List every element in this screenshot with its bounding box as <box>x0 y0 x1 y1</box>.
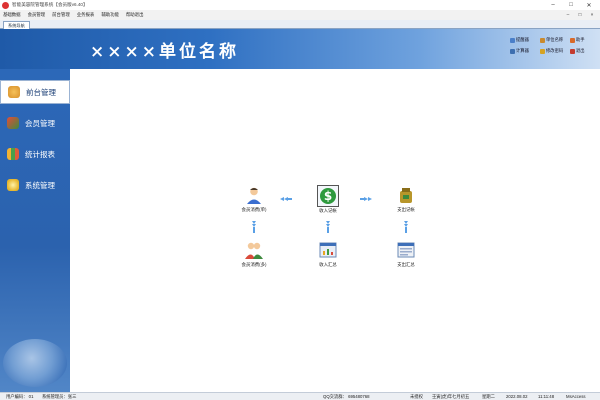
mdi-controls: – □ × <box>562 10 598 20</box>
sidebar-item-label: 前台管理 <box>26 87 56 97</box>
flow-expense-summary[interactable]: 支出汇总 <box>386 241 426 268</box>
tool-change-password[interactable]: 修改密码 <box>540 48 570 54</box>
status-system-admin: 系统管理员：张三 <box>42 394 77 399</box>
gear-icon <box>7 179 19 191</box>
mdi-restore-button[interactable]: □ <box>574 13 586 18</box>
menu-reports[interactable]: 业务报表 <box>77 12 95 18</box>
navigation-panel: 会员消费(单) $ 收入记帐 支出记帐 会员消费(多) 收入汇总 支出汇总 <box>70 69 600 392</box>
status-weekday: 星期二 <box>482 394 495 399</box>
mdi-close-button[interactable]: × <box>586 13 598 18</box>
header-banner: ××××单位名称 提醒器 单位名称 助手 计算器 修改密码 退出 <box>0 29 600 69</box>
menu-help-exit[interactable]: 帮助退出 <box>126 12 144 18</box>
app-logo-icon <box>2 1 9 9</box>
mdi-minimize-button[interactable]: – <box>562 13 574 18</box>
exit-icon <box>570 48 575 54</box>
tool-unit-name-label: 单位名称 <box>546 37 564 42</box>
down-arrow-icon <box>404 221 408 233</box>
reminder-icon <box>510 37 515 43</box>
front-desk-icon <box>8 86 20 98</box>
header-toolbar: 提醒器 单位名称 助手 计算器 修改密码 退出 <box>510 37 600 54</box>
flow-expense-register-label: 支出记帐 <box>397 207 415 212</box>
tool-change-password-label: 修改密码 <box>546 48 564 53</box>
tool-assistant[interactable]: 助手 <box>570 37 600 43</box>
menu-front-desk[interactable]: 前台管理 <box>52 12 70 18</box>
unit-name-title: ××××单位名称 <box>90 42 239 62</box>
close-button[interactable]: ✕ <box>580 2 598 9</box>
menu-bar: 基础数据 会员管理 前台管理 业务报表 辅助功能 帮助退出 <box>0 10 600 20</box>
sidebar-item-label: 会员管理 <box>25 118 55 128</box>
flow-income-register[interactable]: $ 收入记帐 <box>308 185 348 214</box>
report-window-icon <box>319 242 337 258</box>
dollar-icon: $ <box>320 188 336 204</box>
flow-member-expense-multi-label: 会员消费(多) <box>241 262 267 267</box>
menu-member-mgmt[interactable]: 会员管理 <box>28 12 46 18</box>
status-date: 2022.08.02 <box>506 394 528 399</box>
tool-calculator-label: 计算器 <box>516 48 529 53</box>
assistant-icon <box>570 37 575 43</box>
flow-income-summary[interactable]: 收入汇总 <box>308 241 348 268</box>
tool-exit-label: 退出 <box>576 48 585 53</box>
status-database: MsAccess <box>566 394 586 399</box>
svg-text:$: $ <box>324 189 332 203</box>
flow-income-register-label: 收入记帐 <box>319 208 337 213</box>
tool-reminder-label: 提醒器 <box>516 37 529 42</box>
sidebar-item-members[interactable]: 会员管理 <box>0 111 70 135</box>
flow-expense-register[interactable]: 支出记帐 <box>386 186 426 213</box>
flow-income-summary-label: 收入汇总 <box>319 262 337 267</box>
window-title: 智能美容院管理系统【会员版v6.40】 <box>12 2 88 7</box>
status-bar: 用户编码： 01 系统管理员：张三 QQ交流群： 695480768 未授权 壬… <box>0 392 600 400</box>
double-arrow-icon <box>360 197 372 201</box>
members-group-icon <box>245 242 263 259</box>
status-lunar-date: 壬寅(虎)年七月初五 <box>432 394 470 399</box>
status-license: 未授权 <box>410 394 423 399</box>
tab-system-navigation[interactable]: 系统导航 <box>3 21 30 29</box>
members-icon <box>7 117 19 129</box>
status-time: 11:11:48 <box>538 394 555 399</box>
sidebar-item-label: 统计报表 <box>25 149 55 159</box>
flow-member-expense-single-label: 会员消费(单) <box>241 207 267 212</box>
sidebar-item-system[interactable]: 系统管理 <box>0 173 70 197</box>
sidebar-item-label: 系统管理 <box>25 180 55 190</box>
tool-unit-name[interactable]: 单位名称 <box>540 37 570 43</box>
tab-strip: 系统导航 <box>0 20 600 29</box>
flow-member-expense-single[interactable]: 会员消费(单) <box>234 186 274 213</box>
unit-name-icon <box>540 37 545 43</box>
globe-decoration-icon <box>3 339 67 387</box>
sidebar: 前台管理 会员管理 统计报表 系统管理 <box>0 69 70 392</box>
member-person-icon <box>247 187 261 204</box>
window-controls: – □ ✕ <box>544 0 598 10</box>
tool-assistant-label: 助手 <box>576 37 585 42</box>
down-arrow-icon <box>326 221 330 233</box>
calculator-icon <box>510 48 515 54</box>
tool-calculator[interactable]: 计算器 <box>510 48 540 54</box>
stats-icon <box>7 148 19 160</box>
status-qq-group: QQ交流群： 695480768 <box>323 394 370 399</box>
flow-member-expense-multi[interactable]: 会员消费(多) <box>234 241 274 268</box>
flow-expense-summary-label: 支出汇总 <box>397 262 415 267</box>
status-user-code: 用户编码： 01 <box>6 394 34 399</box>
tool-exit[interactable]: 退出 <box>570 48 600 54</box>
double-arrow-icon <box>280 197 292 201</box>
money-bag-icon <box>400 188 412 203</box>
maximize-button[interactable]: □ <box>562 2 580 8</box>
tool-reminder[interactable]: 提醒器 <box>510 37 540 43</box>
down-arrow-icon <box>252 221 256 233</box>
minimize-button[interactable]: – <box>544 2 562 8</box>
title-bar: 智能美容院管理系统【会员版v6.40】 – □ ✕ <box>0 0 600 10</box>
key-icon <box>540 48 545 54</box>
menu-aux[interactable]: 辅助功能 <box>101 12 119 18</box>
report-window-icon <box>397 242 415 258</box>
sidebar-item-stats[interactable]: 统计报表 <box>0 142 70 166</box>
menu-basic-data[interactable]: 基础数据 <box>3 12 21 18</box>
income-register-box: $ <box>317 185 339 207</box>
sidebar-item-front-desk[interactable]: 前台管理 <box>0 80 70 104</box>
